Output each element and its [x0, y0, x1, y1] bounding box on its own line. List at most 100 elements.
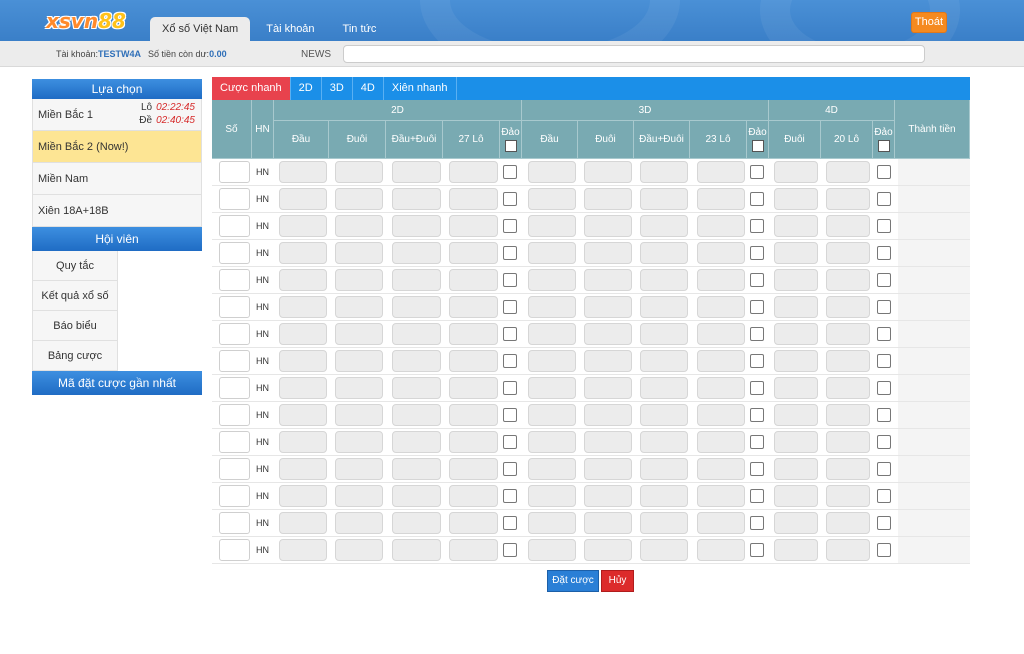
amount-input-3d-dau-duoi[interactable]: [640, 431, 688, 453]
amount-input-3d-dau-duoi[interactable]: [640, 269, 688, 291]
amount-input-2d-dau-duoi[interactable]: [392, 323, 441, 345]
amount-input-3d-duoi[interactable]: [584, 458, 632, 480]
amount-input-3d-23lo[interactable]: [697, 458, 745, 480]
amount-input-2d-duoi[interactable]: [335, 161, 383, 183]
amount-input-2d-27lo[interactable]: [449, 188, 498, 210]
sidebar-item-mien-nam[interactable]: Miền Nam: [32, 163, 202, 195]
amount-input-4d-duoi[interactable]: [774, 296, 818, 318]
4d-dao-checkbox[interactable]: [877, 435, 891, 449]
sidebar-item-xien[interactable]: Xiên 18A+18B: [32, 195, 202, 227]
amount-input-3d-duoi[interactable]: [584, 350, 632, 372]
number-input[interactable]: [219, 161, 250, 183]
amount-input-2d-duoi[interactable]: [335, 485, 383, 507]
amount-input-3d-duoi[interactable]: [584, 296, 632, 318]
amount-input-2d-dau[interactable]: [279, 539, 327, 561]
4d-dao-checkbox[interactable]: [877, 327, 891, 341]
amount-input-4d-20lo[interactable]: [826, 161, 870, 183]
amount-input-2d-27lo[interactable]: [449, 431, 498, 453]
amount-input-2d-dau-duoi[interactable]: [392, 350, 441, 372]
amount-input-2d-duoi[interactable]: [335, 539, 383, 561]
recent-bets-button[interactable]: Mã đặt cược gần nhất: [32, 371, 202, 395]
amount-input-2d-dau[interactable]: [279, 296, 327, 318]
amount-input-2d-dau-duoi[interactable]: [392, 431, 441, 453]
number-input[interactable]: [219, 485, 250, 507]
3d-dao-checkbox[interactable]: [750, 192, 764, 206]
2d-dao-checkbox[interactable]: [503, 219, 517, 233]
amount-input-3d-duoi[interactable]: [584, 512, 632, 534]
amount-input-4d-20lo[interactable]: [826, 215, 870, 237]
amount-input-4d-20lo[interactable]: [826, 323, 870, 345]
amount-input-4d-duoi[interactable]: [774, 242, 818, 264]
cancel-button[interactable]: Hủy: [601, 570, 634, 592]
amount-input-4d-20lo[interactable]: [826, 296, 870, 318]
amount-input-2d-dau[interactable]: [279, 485, 327, 507]
amount-input-2d-duoi[interactable]: [335, 296, 383, 318]
amount-input-3d-dau-duoi[interactable]: [640, 188, 688, 210]
amount-input-2d-dau[interactable]: [279, 458, 327, 480]
4d-dao-checkbox[interactable]: [877, 273, 891, 287]
amount-input-3d-dau[interactable]: [528, 350, 576, 372]
amount-input-4d-20lo[interactable]: [826, 485, 870, 507]
amount-input-3d-dau-duoi[interactable]: [640, 242, 688, 264]
amount-input-4d-20lo[interactable]: [826, 188, 870, 210]
amount-input-3d-23lo[interactable]: [697, 242, 745, 264]
number-input[interactable]: [219, 458, 250, 480]
amount-input-2d-dau-duoi[interactable]: [392, 512, 441, 534]
3d-dao-checkbox[interactable]: [750, 516, 764, 530]
logout-button[interactable]: Thoát: [911, 12, 947, 33]
amount-input-2d-27lo[interactable]: [449, 377, 498, 399]
amount-input-2d-duoi[interactable]: [335, 323, 383, 345]
amount-input-2d-duoi[interactable]: [335, 377, 383, 399]
number-input[interactable]: [219, 512, 250, 534]
4d-dao-checkbox[interactable]: [877, 300, 891, 314]
amount-input-2d-dau-duoi[interactable]: [392, 215, 441, 237]
4d-dao-checkbox[interactable]: [877, 381, 891, 395]
logo[interactable]: xsvn88: [46, 9, 126, 33]
amount-input-2d-dau-duoi[interactable]: [392, 485, 441, 507]
amount-input-2d-dau[interactable]: [279, 350, 327, 372]
2d-dao-checkbox[interactable]: [503, 435, 517, 449]
amount-input-4d-20lo[interactable]: [826, 377, 870, 399]
amount-input-3d-dau-duoi[interactable]: [640, 404, 688, 426]
amount-input-2d-duoi[interactable]: [335, 242, 383, 264]
2d-dao-checkbox[interactable]: [503, 408, 517, 422]
3d-dao-checkbox[interactable]: [750, 273, 764, 287]
amount-input-2d-duoi[interactable]: [335, 404, 383, 426]
4d-dao-checkbox[interactable]: [877, 246, 891, 260]
amount-input-2d-27lo[interactable]: [449, 404, 498, 426]
amount-input-4d-20lo[interactable]: [826, 539, 870, 561]
number-input[interactable]: [219, 269, 250, 291]
amount-input-4d-duoi[interactable]: [774, 269, 818, 291]
3d-dao-checkbox[interactable]: [750, 489, 764, 503]
amount-input-4d-20lo[interactable]: [826, 458, 870, 480]
amount-input-4d-duoi[interactable]: [774, 350, 818, 372]
number-input[interactable]: [219, 296, 250, 318]
amount-input-2d-dau-duoi[interactable]: [392, 404, 441, 426]
amount-input-4d-20lo[interactable]: [826, 512, 870, 534]
bet-table-link[interactable]: Bảng cược: [33, 341, 118, 371]
amount-input-3d-dau-duoi[interactable]: [640, 350, 688, 372]
amount-input-2d-dau[interactable]: [279, 404, 327, 426]
amount-input-4d-20lo[interactable]: [826, 404, 870, 426]
amount-input-2d-27lo[interactable]: [449, 512, 498, 534]
amount-input-4d-duoi[interactable]: [774, 539, 818, 561]
amount-input-3d-23lo[interactable]: [697, 323, 745, 345]
3d-dao-checkbox[interactable]: [750, 327, 764, 341]
amount-input-3d-23lo[interactable]: [697, 512, 745, 534]
number-input[interactable]: [219, 323, 250, 345]
3d-dao-checkbox[interactable]: [750, 165, 764, 179]
2d-dao-checkbox[interactable]: [503, 300, 517, 314]
tab-xien-nhanh[interactable]: Xiên nhanh: [384, 77, 457, 100]
3d-dao-checkbox[interactable]: [750, 219, 764, 233]
place-bet-button[interactable]: Đặt cược: [547, 570, 599, 592]
amount-input-2d-duoi[interactable]: [335, 269, 383, 291]
number-input[interactable]: [219, 215, 250, 237]
amount-input-2d-dau[interactable]: [279, 431, 327, 453]
4d-dao-checkbox[interactable]: [877, 543, 891, 557]
tab-tai-khoan[interactable]: Tài khoản: [254, 17, 326, 41]
amount-input-3d-duoi[interactable]: [584, 242, 632, 264]
amount-input-3d-dau-duoi[interactable]: [640, 296, 688, 318]
amount-input-4d-20lo[interactable]: [826, 431, 870, 453]
tab-4d[interactable]: 4D: [353, 77, 384, 100]
amount-input-3d-dau[interactable]: [528, 377, 576, 399]
